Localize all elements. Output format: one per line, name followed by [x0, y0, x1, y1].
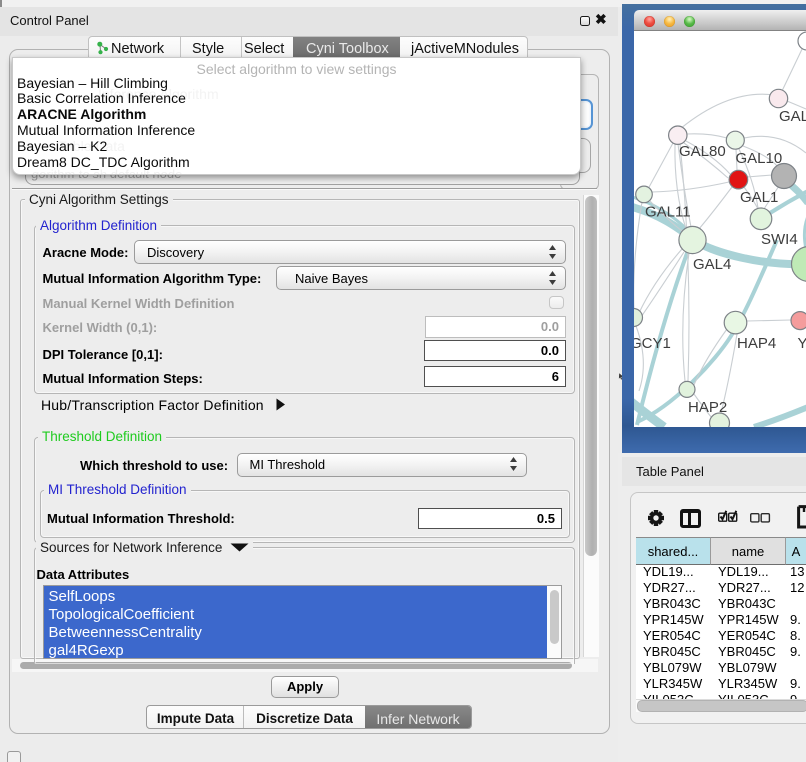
svg-text:SWI4: SWI4 — [761, 231, 798, 248]
svg-text:GAL: GAL — [779, 108, 806, 125]
svg-text:GAL11: GAL11 — [645, 204, 691, 221]
svg-text:Y: Y — [798, 335, 806, 352]
svg-text:GCY1: GCY1 — [634, 335, 671, 352]
svg-text:HAP2: HAP2 — [688, 399, 727, 416]
svg-text:HAP4: HAP4 — [737, 335, 776, 352]
svg-text:GAL1: GAL1 — [740, 189, 778, 206]
svg-text:GAL4: GAL4 — [693, 256, 731, 273]
svg-text:GAL80: GAL80 — [679, 143, 726, 160]
svg-text:GAL10: GAL10 — [736, 150, 783, 167]
